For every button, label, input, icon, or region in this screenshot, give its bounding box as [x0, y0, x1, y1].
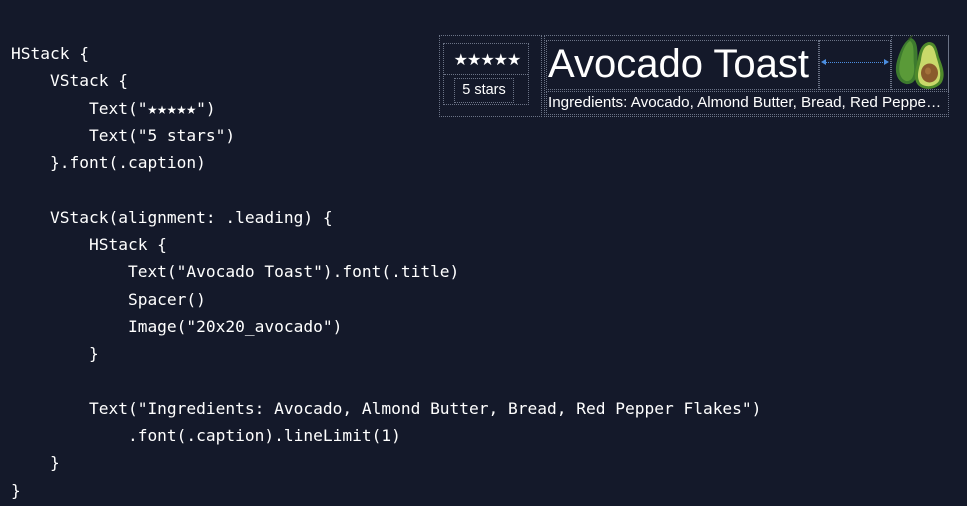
rating-label[interactable]: 5 stars: [454, 78, 514, 103]
code-line[interactable]: }.font(.caption): [11, 149, 761, 176]
canvas-preview[interactable]: ★★★★★ 5 stars Avocado Toast Ingredients:…: [439, 35, 949, 117]
code-line[interactable]: Spacer(): [11, 286, 761, 313]
code-line[interactable]: VStack(alignment: .leading) {: [11, 204, 761, 231]
code-line[interactable]: Image("20x20_avocado"): [11, 313, 761, 340]
stars-divider: [444, 74, 528, 75]
code-line[interactable]: }: [11, 477, 761, 504]
avocado-icon[interactable]: [891, 35, 947, 91]
spacer-indicator[interactable]: [821, 59, 889, 65]
code-line[interactable]: }: [11, 340, 761, 367]
title-text[interactable]: Avocado Toast: [548, 38, 809, 90]
star-rating[interactable]: ★★★★★: [447, 49, 527, 71]
code-line[interactable]: Text("Avocado Toast").font(.title): [11, 258, 761, 285]
code-line[interactable]: [11, 368, 761, 395]
code-line[interactable]: Text("Ingredients: Avocado, Almond Butte…: [11, 395, 761, 422]
spacer-outline: [819, 40, 891, 90]
code-line[interactable]: .font(.caption).lineLimit(1): [11, 422, 761, 449]
code-line[interactable]: Text("5 stars"): [11, 122, 761, 149]
code-line[interactable]: }: [11, 449, 761, 476]
code-line[interactable]: [11, 176, 761, 203]
ingredients-text[interactable]: Ingredients: Avocado, Almond Butter, Bre…: [548, 92, 945, 114]
code-line[interactable]: HStack {: [11, 231, 761, 258]
